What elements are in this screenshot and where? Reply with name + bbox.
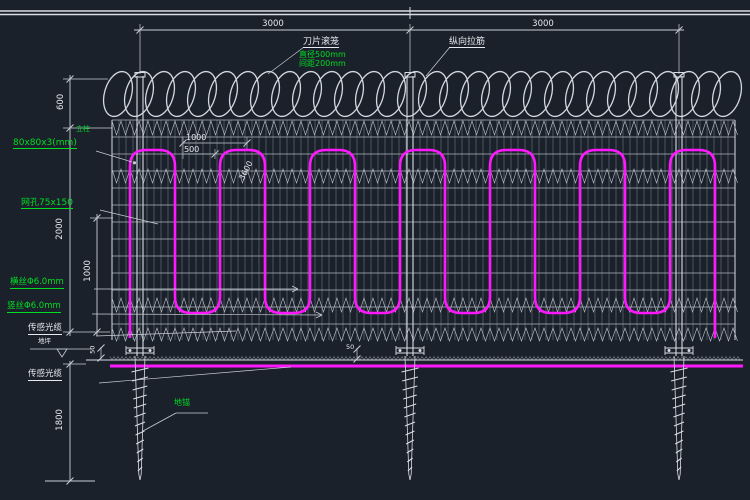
screw-anchors: [132, 356, 688, 480]
post-label: 立柱: [76, 125, 90, 133]
sensor-cable-serpentine: [130, 150, 715, 338]
dim-anchor-depth: 1800: [56, 400, 66, 440]
cad-drawing-canvas: 3000 3000 刀片滚笼 直径500mm 间距200mm 纵向拉筋 立柱 8…: [0, 0, 750, 500]
mesh-panel: [112, 120, 738, 341]
ground-level-label: 地坪: [38, 338, 51, 345]
ground-anchor-label: 地锚: [174, 398, 190, 407]
post-spec-label: 80x80x3(mm): [13, 138, 77, 149]
horizontal-wire-label: 横丝Φ6.0mm: [10, 278, 64, 289]
dim-wave-pitch: 1000: [186, 133, 206, 142]
sensor-cable-top-label: 传感光缆: [28, 324, 62, 335]
mesh-spec-label: 网孔75x150: [21, 198, 73, 209]
top-dimension-span1: 3000: [240, 20, 306, 30]
fence-elevation-linework: [0, 0, 750, 500]
dim-coil-height: 600: [57, 82, 67, 122]
dim-cable-offset-mid: 50: [346, 344, 354, 351]
vertical-wire-label: 竖丝Φ6.0mm: [7, 302, 61, 313]
sensor-cable-bottom-label: 传感光缆: [28, 370, 62, 381]
dim-cable-offset-left: 50: [89, 341, 96, 359]
razor-coil-diameter-spec: 直径500mm: [299, 50, 346, 59]
sheet-border: [0, 7, 750, 19]
longitudinal-tie-label: 纵向拉筋: [449, 37, 485, 48]
top-dimension-span2: 3000: [510, 20, 576, 30]
dim-half-pitch: 500: [184, 145, 199, 154]
razor-coil-label: 刀片滚笼: [303, 37, 339, 48]
dim-inner-height: 1000: [84, 251, 94, 291]
razor-coil-spacing-spec: 间距200mm: [299, 59, 346, 68]
top-dimension-chain: [134, 24, 684, 74]
dim-panel-height: 2000: [56, 209, 66, 249]
razor-coil: [99, 68, 747, 120]
fence-posts: [126, 73, 693, 357]
